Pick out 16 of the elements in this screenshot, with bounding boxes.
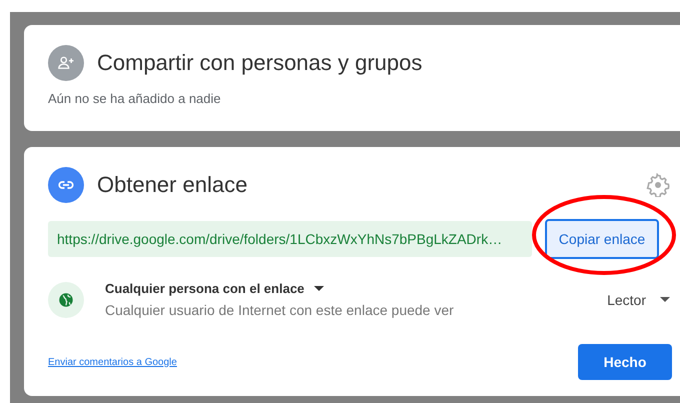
- access-dropdown[interactable]: Cualquier persona con el enlace: [105, 281, 454, 296]
- done-button[interactable]: Hecho: [578, 344, 672, 380]
- link-field[interactable]: https://drive.google.com/drive/folders/1LCbxzWxYhNs7bPBgLkZADrk…: [48, 221, 532, 257]
- card-title: Obtener enlace: [97, 172, 248, 198]
- access-description: Cualquier usuario de Internet con este enlace puede ver: [105, 302, 454, 318]
- card-title: Compartir con personas y grupos: [97, 50, 422, 76]
- empty-message: Aún no se ha añadido a nadie: [48, 91, 222, 106]
- globe-icon: [48, 282, 84, 318]
- caret-icon: [660, 296, 670, 302]
- feedback-link[interactable]: Enviar comentarios a Google: [48, 356, 177, 368]
- caret-icon: [314, 286, 324, 292]
- add-person-icon: [48, 45, 84, 81]
- copy-link-button[interactable]: Copiar enlace: [545, 219, 659, 259]
- link-icon: [48, 167, 84, 203]
- role-dropdown[interactable]: Lector: [607, 292, 670, 308]
- settings-icon[interactable]: [646, 173, 670, 197]
